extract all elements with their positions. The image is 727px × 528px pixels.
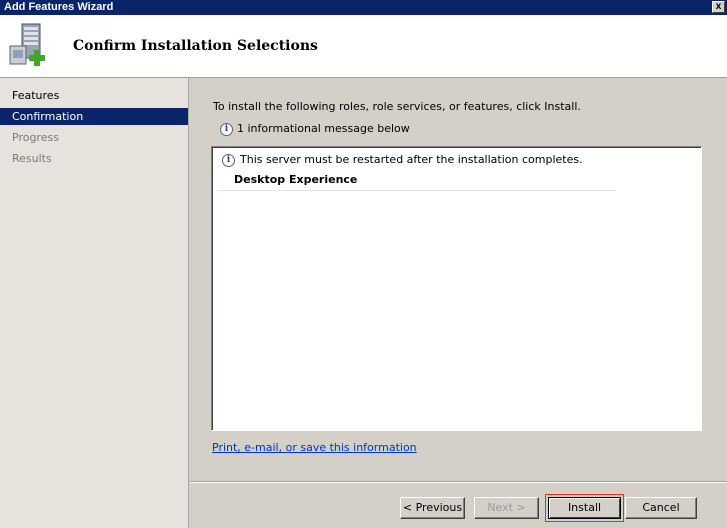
cancel-button[interactable]: Cancel: [625, 497, 697, 519]
info-icon: i: [220, 122, 233, 136]
close-button[interactable]: x: [712, 1, 725, 13]
sidebar-item-results: Results: [12, 152, 52, 165]
wizard-steps-sidebar: Features Confirmation Progress Results: [0, 78, 189, 528]
info-summary-text: 1 informational message below: [237, 122, 410, 135]
wizard-header: Confirm Installation Selections: [0, 15, 727, 78]
restart-message: i This server must be restarted after the…: [222, 152, 583, 168]
restart-message-text: This server must be restarted after the …: [240, 153, 583, 166]
button-bar-divider: [190, 481, 727, 483]
main-content: To install the following roles, role ser…: [190, 78, 727, 528]
selection-listbox[interactable]: i This server must be restarted after the…: [211, 146, 702, 431]
previous-button[interactable]: < Previous: [400, 497, 465, 519]
page-title: Confirm Installation Selections: [73, 38, 318, 54]
sidebar-item-features[interactable]: Features: [0, 87, 188, 104]
sidebar-item-confirmation[interactable]: Confirmation: [0, 108, 188, 125]
instruction-text: To install the following roles, role ser…: [213, 100, 581, 113]
info-summary: i 1 informational message below: [220, 121, 410, 137]
server-add-icon: [9, 23, 45, 66]
info-icon: i: [222, 153, 235, 167]
close-icon: x: [715, 1, 722, 12]
install-button[interactable]: Install: [545, 494, 624, 522]
sidebar-item-progress: Progress: [12, 131, 59, 144]
window-title: Add Features Wizard: [4, 1, 114, 13]
next-button: Next >: [474, 497, 539, 519]
title-bar[interactable]: Add Features Wizard x: [0, 0, 727, 15]
feature-name: Desktop Experience: [234, 173, 358, 186]
print-email-save-link[interactable]: Print, e-mail, or save this information: [212, 441, 417, 454]
list-divider: [218, 190, 616, 191]
